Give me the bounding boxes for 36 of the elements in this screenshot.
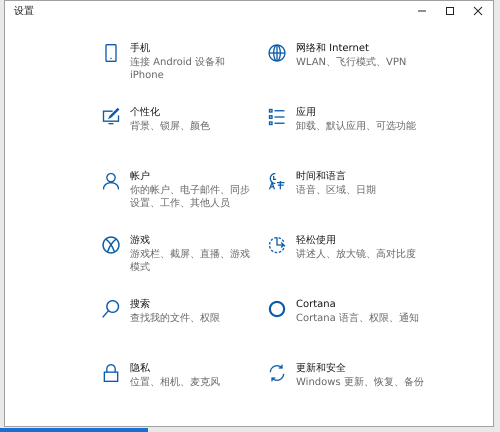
category-description: 查找我的文件、权限 — [130, 312, 221, 325]
circular-arrows-icon[interactable] — [267, 363, 287, 383]
category-title[interactable]: 更新和安全 — [296, 362, 424, 375]
lock-icon[interactable] — [101, 363, 121, 383]
category-title[interactable]: 个性化 — [130, 106, 258, 119]
category-description: 背景、锁屏、颜色 — [130, 120, 211, 133]
category-title[interactable]: 轻松使用 — [296, 234, 424, 247]
category-title[interactable]: Cortana — [296, 298, 424, 311]
person-icon[interactable] — [101, 171, 121, 191]
category-title[interactable]: 网络和 Internet — [296, 42, 424, 55]
category-description: 位置、相机、麦克风 — [130, 376, 221, 389]
category-description: WLAN、飞行模式、VPN — [296, 56, 408, 69]
search-icon[interactable] — [101, 299, 121, 319]
category-title[interactable]: 搜索 — [130, 298, 258, 311]
globe-icon[interactable] — [267, 43, 287, 63]
category-description: 游戏栏、截屏、直播、游戏模式 — [130, 248, 251, 274]
category-title[interactable]: 隐私 — [130, 362, 258, 375]
list-icon[interactable] — [267, 107, 287, 127]
category-title[interactable]: 手机 — [130, 42, 258, 55]
category-description: 你的帐户、电子邮件、同步设置、工作、其他人员 — [130, 184, 251, 210]
monitor-brush-icon[interactable] — [101, 107, 121, 127]
category-description: 卸载、默认应用、可选功能 — [296, 120, 417, 133]
category-description: Windows 更新、恢复、备份 — [296, 376, 424, 389]
window-title: 设置 — [14, 4, 35, 18]
circle-x-icon[interactable] — [101, 235, 121, 255]
category-description: 语音、区域、日期 — [296, 184, 377, 197]
category-description: 连接 Android 设备和 iPhone — [130, 56, 226, 82]
category-title[interactable]: 应用 — [296, 106, 424, 119]
category-description: Cortana 语言、权限、通知 — [296, 312, 420, 325]
clock-letters-icon[interactable] — [267, 171, 287, 191]
category-title[interactable]: 帐户 — [130, 170, 258, 183]
category-title[interactable]: 时间和语言 — [296, 170, 424, 183]
dashed-dial-icon[interactable] — [267, 235, 287, 255]
category-description: 讲述人、放大镜、高对比度 — [296, 248, 417, 261]
ring-icon[interactable] — [267, 299, 287, 319]
category-title[interactable]: 游戏 — [130, 234, 258, 247]
